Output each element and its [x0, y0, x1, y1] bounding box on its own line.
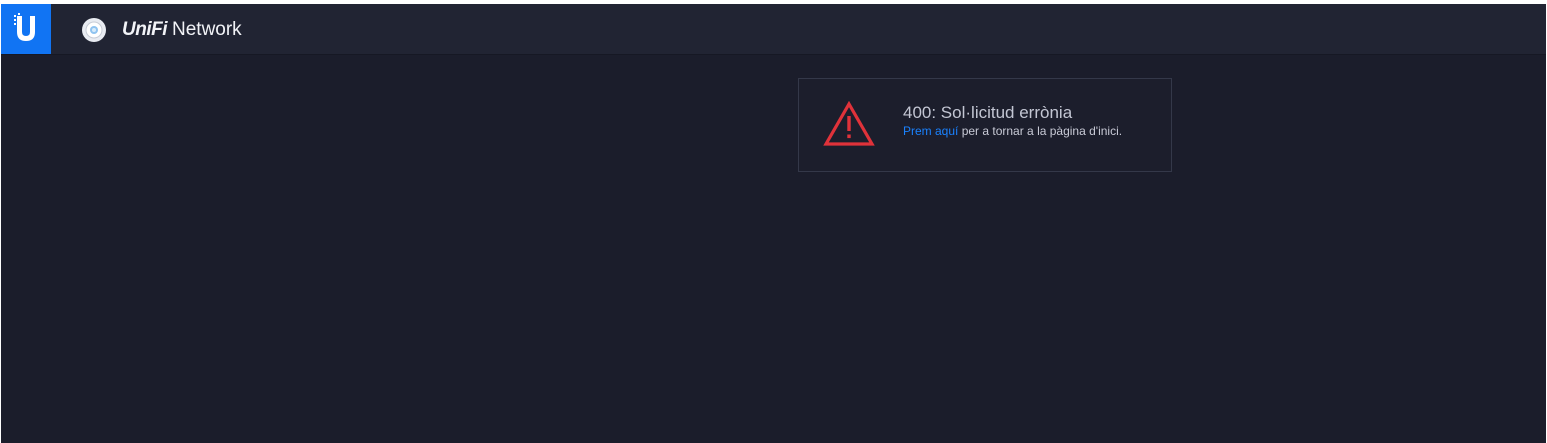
error-message: Prem aquí per a tornar a la pàgina d'ini… [903, 123, 1122, 139]
warning-triangle-icon [823, 101, 875, 146]
app-frame: UniFi Network 400: Sol·licitud errònia P… [1, 4, 1546, 443]
ubiquiti-u-logo-icon [14, 13, 35, 41]
ubiquiti-logo-button[interactable] [1, 4, 51, 54]
error-text-block: 400: Sol·licitud errònia Prem aquí per a… [903, 103, 1122, 139]
error-message-suffix: per a tornar a la pàgina d'inici. [958, 124, 1123, 138]
home-link[interactable]: Prem aquí [903, 124, 958, 138]
unifi-access-point-icon [82, 18, 106, 42]
app-brand: UniFi [122, 19, 168, 40]
error-card: 400: Sol·licitud errònia Prem aquí per a… [798, 78, 1172, 172]
app-product-name: Network [172, 19, 242, 40]
app-title: UniFi Network [122, 18, 242, 42]
error-title: 400: Sol·licitud errònia [903, 103, 1073, 122]
top-navigation-bar: UniFi Network [1, 4, 1546, 55]
